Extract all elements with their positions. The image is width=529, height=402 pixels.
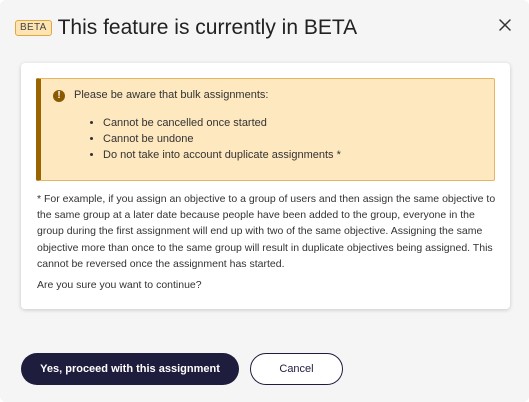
dialog-title: This feature is currently in BETA [57, 16, 358, 39]
dialog-content-card: ! Please be aware that bulk assignments:… [21, 63, 510, 309]
warning-list-item: Do not take into account duplicate assig… [103, 147, 341, 163]
beta-confirmation-dialog: BETA This feature is currently in BETA !… [0, 0, 529, 402]
close-icon[interactable] [497, 17, 513, 33]
confirm-assignment-button[interactable]: Yes, proceed with this assignment [21, 353, 239, 385]
warning-intro-text: Please be aware that bulk assignments: [74, 89, 269, 101]
cancel-button[interactable]: Cancel [250, 353, 343, 385]
warning-list-item: Cannot be cancelled once started [103, 115, 341, 131]
duplicate-footnote: * For example, if you assign an objectiv… [37, 193, 496, 270]
confirmation-question: Are you sure you want to continue? [37, 279, 202, 291]
beta-badge: BETA [15, 20, 52, 36]
warning-list: Cannot be cancelled once started Cannot … [74, 115, 341, 163]
exclamation-circle-icon: ! [53, 90, 65, 102]
warning-callout: ! Please be aware that bulk assignments:… [36, 78, 495, 181]
warning-list-item: Cannot be undone [103, 131, 341, 147]
dialog-header: BETA This feature is currently in BETA [15, 14, 357, 42]
